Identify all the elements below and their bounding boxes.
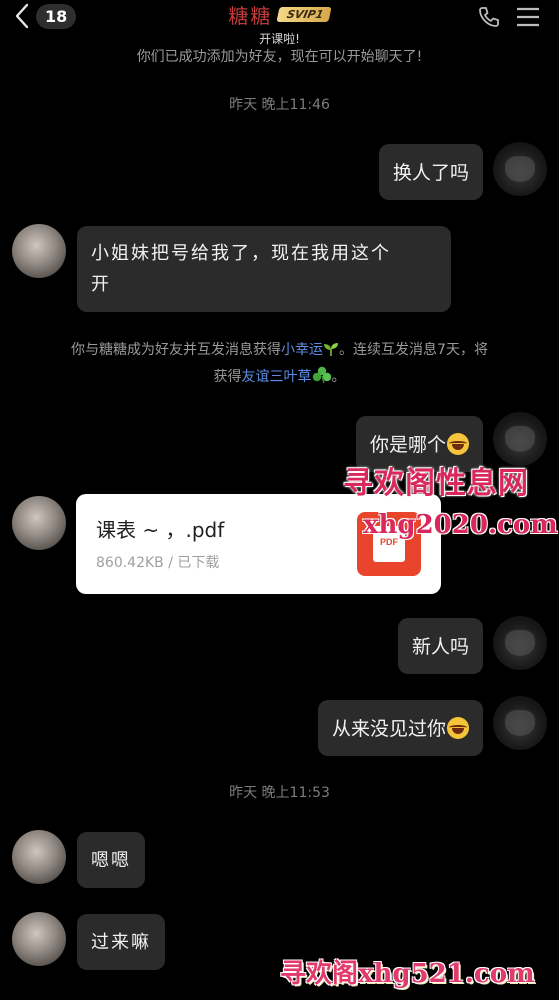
arrow-right-icon: [298, 514, 350, 536]
message-bubble-sent[interactable]: 换人了吗: [378, 144, 483, 200]
svip-badge: SVIP1: [276, 7, 333, 22]
message-bubble-received[interactable]: 小姐妹把号给我了，现在我用这个 开: [77, 226, 451, 312]
file-message-card[interactable]: 课表 ~ ，.pdf 860.42KB / 已下载 PDF: [76, 494, 441, 594]
contact-avatar[interactable]: [12, 830, 66, 884]
notice-text: 你与糖糖成为好友并互发消息获得: [71, 342, 282, 358]
contact-avatar[interactable]: [12, 912, 66, 966]
sprout-icon: [324, 343, 339, 356]
my-avatar[interactable]: [493, 696, 547, 750]
notice-text: 。: [331, 369, 346, 385]
message-bubble-sent[interactable]: 新人吗: [397, 618, 483, 674]
my-avatar[interactable]: [493, 142, 547, 196]
contact-avatar[interactable]: [12, 224, 66, 278]
chat-header: 18 糖糖 SVIP1 开课啦!: [0, 0, 559, 47]
chat-title-block[interactable]: 糖糖 SVIP1 开课啦!: [0, 0, 559, 47]
clover-icon: [312, 366, 331, 384]
clover-link[interactable]: 友谊三叶草: [242, 369, 312, 385]
message-text-line: 小姐妹把号给我了，现在我用这个: [91, 243, 391, 264]
friend-added-notice: 你们已成功添加为好友，现在可以开始聊天了!: [136, 49, 423, 65]
lucky-link[interactable]: 小幸运: [281, 342, 323, 358]
message-text: 从来没见过你: [331, 718, 446, 740]
laugh-cry-emoji-icon: [447, 717, 469, 739]
message-text: 你是哪个: [369, 434, 446, 456]
timestamp: 昨天 晚上11:53: [229, 785, 330, 801]
notice-text: 。连续互发消息7天，将: [339, 342, 488, 358]
file-name: 课表 ~ ，.pdf: [96, 518, 225, 542]
timestamp: 昨天 晚上11:46: [229, 97, 330, 113]
file-meta: 860.42KB / 已下载: [96, 555, 220, 571]
message-bubble-sent[interactable]: 从来没见过你: [317, 700, 483, 756]
message-bubble-received[interactable]: 过来嘛: [77, 914, 165, 970]
message-bubble-received[interactable]: 嗯嗯: [77, 832, 145, 888]
chat-title: 糖糖: [228, 4, 273, 28]
phone-icon[interactable]: [477, 5, 501, 29]
notice-text: 获得: [213, 369, 242, 385]
my-avatar[interactable]: [493, 616, 547, 670]
contact-avatar[interactable]: [12, 496, 66, 550]
watermark-text: 寻欢阁性息网: [343, 466, 529, 501]
watermark-text: 寻欢阁xhg521.com: [280, 959, 535, 989]
message-text-line: 开: [91, 274, 111, 295]
friendship-notice: 你与糖糖成为好友并互发消息获得小幸运 。连续互发消息7天，将 获得友谊三叶草 。: [20, 337, 539, 391]
menu-icon[interactable]: [515, 6, 541, 28]
watermark-text: xhg2020.com: [363, 510, 558, 540]
laugh-cry-emoji-icon: [447, 433, 469, 455]
